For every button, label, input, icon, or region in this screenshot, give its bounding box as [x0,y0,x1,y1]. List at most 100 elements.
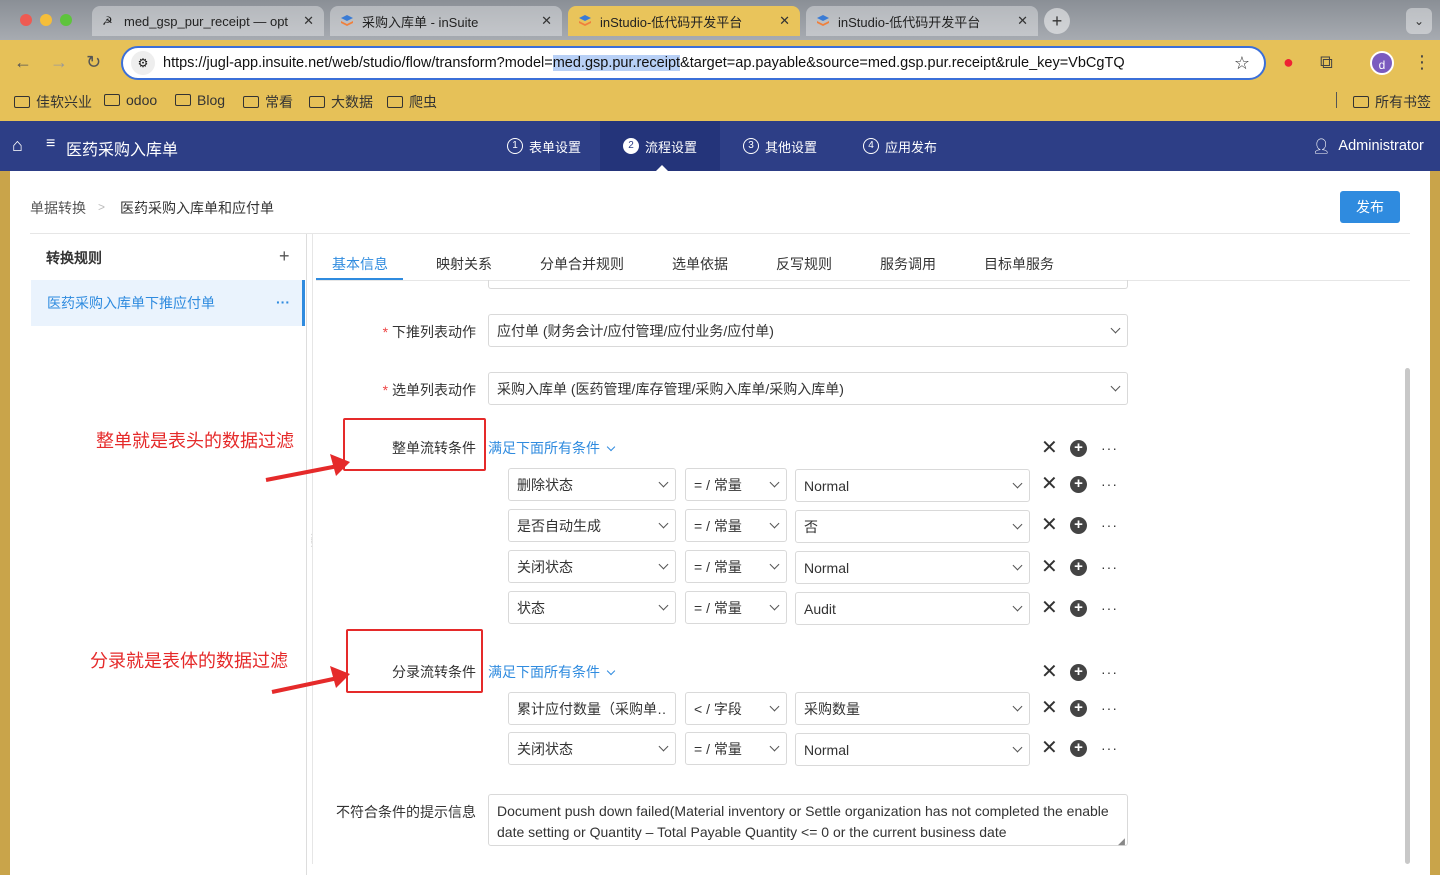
step-label: 表单设置 [528,139,581,155]
window-minimize-button[interactable] [40,14,52,26]
condition-more-icon[interactable]: ··· [1101,476,1118,492]
remove-group-close-icon[interactable]: ✕ [1041,662,1058,682]
condition-value-select[interactable]: 采购数量 [795,692,1030,725]
condition-more-icon[interactable]: ··· [1101,740,1118,756]
line-match-all-dropdown[interactable]: 满足下面所有条件 [488,662,616,682]
resize-grip-icon[interactable]: ◢ [1118,836,1125,847]
close-tab-icon[interactable]: ✕ [1017,13,1028,29]
bookmark-folder[interactable]: 常看 [243,92,293,112]
step-other-settings[interactable]: 3 其他设置 [728,121,832,171]
remove-condition-close-icon[interactable]: ✕ [1041,738,1058,758]
condition-more-icon[interactable]: ··· [1101,600,1118,616]
all-bookmarks[interactable]: 所有书签 [1353,92,1431,112]
bookmark-folder[interactable]: 佳软兴业 [14,92,92,112]
site-settings-icon[interactable]: ⚙ [131,51,155,75]
condition-operator-select[interactable]: < / 字段 [685,692,787,725]
condition-field-select[interactable]: 关闭状态 [508,732,676,765]
add-condition-plus-icon[interactable]: + [1070,517,1087,534]
condition-more-icon[interactable]: ··· [1101,517,1118,533]
back-arrow-icon[interactable]: ← [14,52,32,73]
select-action-select[interactable]: 采购入库单 (医药管理/库存管理/采购入库单/采购入库单) [488,372,1128,405]
tab-search-chevron-icon[interactable]: ⌄ [1406,8,1432,34]
remove-condition-close-icon[interactable]: ✕ [1041,598,1058,618]
condition-field-select[interactable]: 累计应付数量（采购单… [508,692,676,725]
group-more-icon[interactable]: ··· [1101,440,1118,456]
remove-condition-close-icon[interactable]: ✕ [1041,557,1058,577]
condition-operator-select[interactable]: = / 常量 [685,732,787,765]
browser-tab-2[interactable]: 采购入库单 - inSuite ✕ [330,6,562,36]
profile-avatar[interactable]: d [1370,51,1394,75]
remove-group-close-icon[interactable]: ✕ [1041,438,1058,458]
condition-field-select[interactable]: 是否自动生成 [508,509,676,542]
remove-condition-close-icon[interactable]: ✕ [1041,474,1058,494]
condition-operator-select[interactable]: = / 常量 [685,468,787,501]
bookmark-star-icon[interactable]: ☆ [1234,53,1250,74]
add-condition-plus-icon[interactable]: + [1070,559,1087,576]
condition-more-icon[interactable]: ··· [1101,559,1118,575]
header-match-all-dropdown[interactable]: 满足下面所有条件 [488,438,616,458]
tab-mapping[interactable]: 映射关系 [436,254,492,274]
instudio-tab-icon [578,14,592,28]
tab-split-merge[interactable]: 分单合并规则 [540,254,624,274]
add-condition-plus-icon[interactable]: + [1070,740,1087,757]
bookmark-folder[interactable]: Blog [175,92,225,108]
group-more-icon[interactable]: ··· [1101,664,1118,680]
add-condition-plus-icon[interactable]: + [1070,664,1087,681]
condition-operator-select[interactable]: = / 常量 [685,509,787,542]
condition-field-select[interactable]: 关闭状态 [508,550,676,583]
add-condition-plus-icon[interactable]: + [1070,600,1087,617]
extension-stop-icon[interactable]: ● [1283,52,1294,73]
bookmark-folder[interactable]: 爬虫 [387,92,437,112]
close-tab-icon[interactable]: ✕ [303,13,314,29]
add-condition-plus-icon[interactable]: + [1070,440,1087,457]
close-tab-icon[interactable]: ✕ [779,13,790,29]
home-icon[interactable]: ⌂ [12,135,23,156]
window-close-button[interactable] [20,14,32,26]
address-bar[interactable]: ⚙ https://jugl-app.insuite.net/web/studi… [121,46,1266,80]
tab-target-service[interactable]: 目标单服务 [984,254,1054,274]
tab-service-call[interactable]: 服务调用 [880,254,936,274]
browser-tab-1[interactable]: ☭ med_gsp_pur_receipt — opt ✕ [92,6,324,36]
condition-more-icon[interactable]: ··· [1101,700,1118,716]
step-app-publish[interactable]: 4 应用发布 [848,121,952,171]
breadcrumb-parent[interactable]: 单据转换 [30,198,86,218]
bookmark-folder[interactable]: odoo [104,92,157,108]
close-tab-icon[interactable]: ✕ [541,13,552,29]
condition-value-select[interactable]: Audit [795,592,1030,625]
sidebar-item-rule[interactable]: 医药采购入库单下推应付单 [31,280,305,326]
browser-menu-icon[interactable]: ⋮ [1413,52,1431,73]
browser-tab-3-active[interactable]: inStudio-低代码开发平台 ✕ [568,6,800,36]
step-form-settings[interactable]: 1 表单设置 [488,121,600,171]
bookmark-folder[interactable]: 大数据 [309,92,373,112]
condition-operator-select[interactable]: = / 常量 [685,591,787,624]
window-maximize-button[interactable] [60,14,72,26]
condition-value-select[interactable]: 否 [795,510,1030,543]
new-tab-plus-icon[interactable]: + [1044,8,1070,34]
add-rule-plus-icon[interactable]: + [279,246,290,267]
condition-value-select[interactable]: Normal [795,469,1030,502]
push-action-select[interactable]: 应付单 (财务会计/应付管理/应付业务/应付单) [488,314,1128,347]
add-condition-plus-icon[interactable]: + [1070,700,1087,717]
condition-value-select[interactable]: Normal [795,733,1030,766]
menu-hamburger-icon[interactable]: ≡ [46,135,55,153]
remove-condition-close-icon[interactable]: ✕ [1041,698,1058,718]
extensions-puzzle-icon[interactable]: ⧉ [1320,52,1333,73]
step-flow-settings[interactable]: 2 流程设置 [600,121,720,171]
condition-value-select[interactable]: Normal [795,551,1030,584]
condition-field-select[interactable]: 状态 [508,591,676,624]
user-menu[interactable]: 👤︎ Administrator [1312,121,1424,171]
forward-arrow-icon[interactable]: → [50,52,68,73]
condition-field-select[interactable]: 删除状态 [508,468,676,501]
browser-tab-4[interactable]: inStudio-低代码开发平台 ✕ [806,6,1038,36]
tab-writeback[interactable]: 反写规则 [776,254,832,274]
add-condition-plus-icon[interactable]: + [1070,476,1087,493]
condition-operator-select[interactable]: = / 常量 [685,550,787,583]
remove-condition-close-icon[interactable]: ✕ [1041,515,1058,535]
publish-button[interactable]: 发布 [1340,191,1400,223]
tab-select-basis[interactable]: 选单依据 [672,254,728,274]
scrollbar-thumb[interactable] [1405,368,1410,864]
rule-more-icon[interactable]: ··· [276,294,290,310]
tab-basic-info[interactable]: 基本信息 [332,254,388,274]
reload-icon[interactable]: ↻ [86,52,101,73]
hint-message-textarea[interactable]: Document push down failed(Material inven… [488,794,1128,846]
